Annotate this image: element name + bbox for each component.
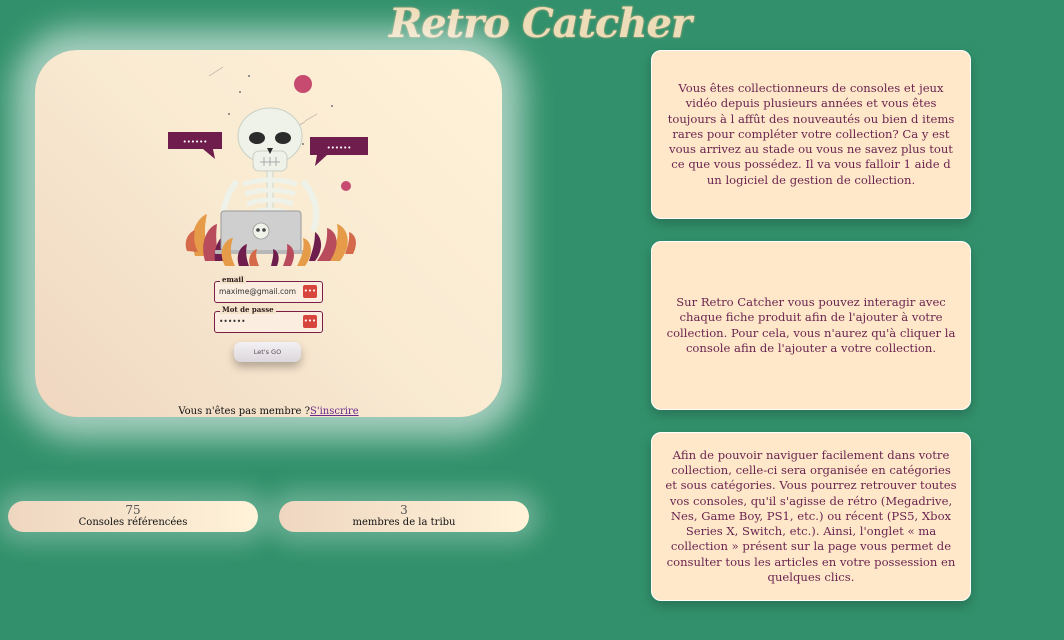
email-menu-icon[interactable]: ••• — [303, 285, 317, 298]
login-submit-button[interactable]: Let's GO — [234, 342, 301, 362]
info-card-interaction: Sur Retro Catcher vous pouvez interagir … — [651, 241, 971, 410]
info-card-intro-text: Vous êtes collectionneurs de consoles et… — [667, 81, 955, 187]
signup-line: Vous n'êtes pas membre ?S'inscrire — [35, 406, 502, 417]
speech-bubble-left-text: •••••• — [183, 138, 208, 146]
email-label: email — [220, 275, 246, 284]
info-card-navigation-text: Afin de pouvoir naviguer facilement dans… — [665, 448, 957, 584]
email-field[interactable]: email maxime@gmail.com ••• — [214, 275, 323, 303]
app-title: Retro Catcher — [388, 0, 692, 47]
stat-consoles-value: 75 — [125, 503, 141, 517]
signup-link[interactable]: S'inscrire — [310, 406, 359, 417]
skeleton-with-laptop-icon: •••••• •••••• — [168, 66, 368, 266]
page: Retro Catcher •••••• •••••• email maxime… — [0, 0, 1064, 640]
stat-members-label: membres de la tribu — [352, 517, 456, 528]
stat-consoles-label: Consoles référencées — [78, 517, 188, 528]
stat-consoles: 75 Consoles référencées — [8, 501, 258, 532]
info-card-intro: Vous êtes collectionneurs de consoles et… — [651, 50, 971, 219]
info-card-interaction-text: Sur Retro Catcher vous pouvez interagir … — [666, 295, 956, 355]
email-input[interactable]: maxime@gmail.com — [219, 287, 296, 296]
info-card-navigation: Afin de pouvoir naviguer facilement dans… — [651, 432, 971, 601]
stat-members-value: 3 — [400, 503, 408, 517]
password-field[interactable]: Mot de passe •••••• ••• — [214, 305, 323, 333]
password-input[interactable]: •••••• — [219, 317, 246, 326]
eye-icon[interactable]: ••• — [303, 315, 317, 328]
stat-members: 3 membres de la tribu — [279, 501, 529, 532]
speech-bubble-right-text: •••••• — [327, 144, 352, 152]
login-card: •••••• •••••• email maxime@gmail.com •••… — [35, 50, 502, 417]
password-label: Mot de passe — [220, 305, 276, 314]
signup-prompt: Vous n'êtes pas membre ? — [178, 406, 310, 417]
